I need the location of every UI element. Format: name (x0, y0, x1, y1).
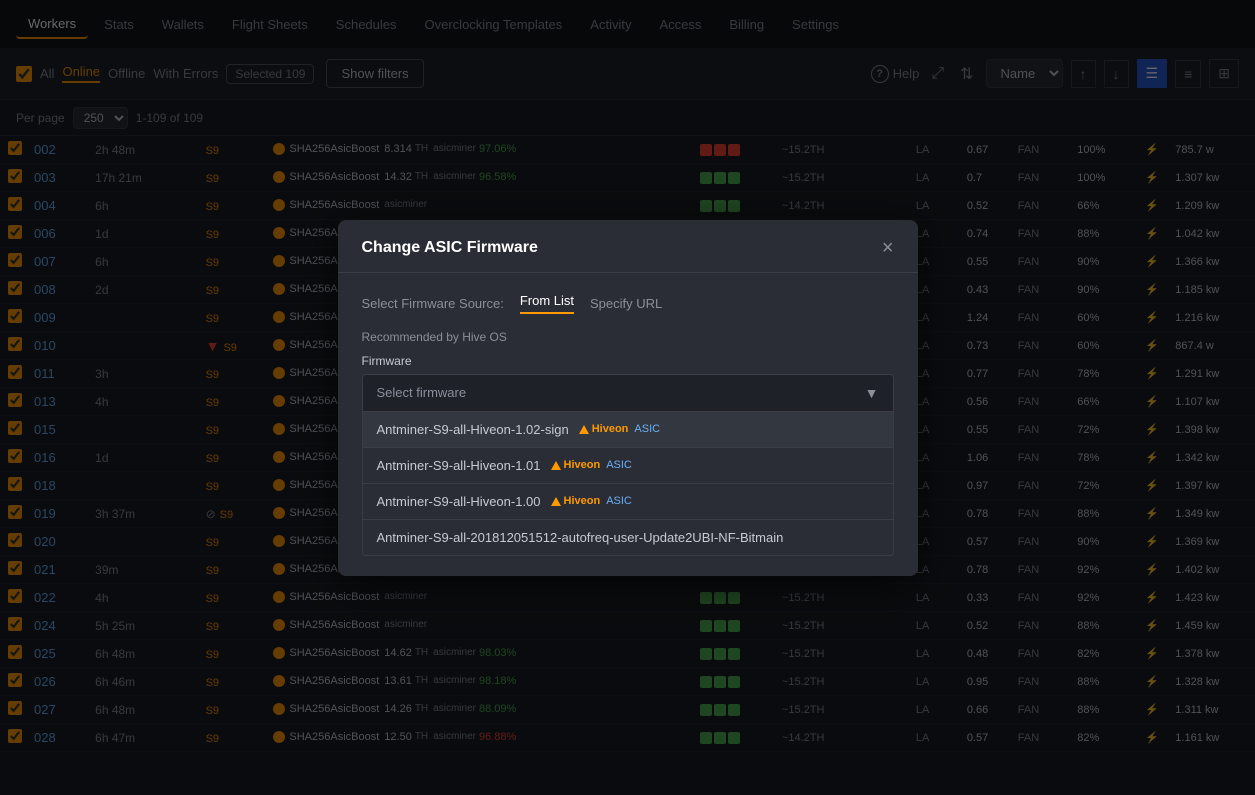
hiveon-icon-1 (551, 461, 561, 470)
hiveon-icon-0 (579, 425, 589, 434)
hiveon-badge-1: Hiveon (551, 459, 601, 471)
specify-url-tab[interactable]: Specify URL (590, 296, 662, 311)
firmware-option-1[interactable]: Antminer-S9-all-Hiveon-1.01 Hiveon ASIC (363, 447, 893, 483)
firmware-select-box[interactable]: Select firmware ▼ (362, 374, 894, 412)
recommended-label: Recommended by Hive OS (362, 330, 894, 344)
firmware-option-2[interactable]: Antminer-S9-all-Hiveon-1.00 Hiveon ASIC (363, 483, 893, 519)
hiveon-icon-2 (551, 497, 561, 506)
hiveon-badge-0: Hiveon (579, 423, 629, 435)
firmware-option-3-label: Antminer-S9-all-201812051512-autofreq-us… (377, 530, 784, 545)
firmware-select-wrapper: Select firmware ▼ Antminer-S9-all-Hiveon… (362, 374, 894, 556)
modal-body: Select Firmware Source: From List Specif… (338, 273, 918, 576)
asic-text-1: ASIC (606, 459, 632, 471)
hiveon-badge-2: Hiveon (551, 495, 601, 507)
firmware-option-3[interactable]: Antminer-S9-all-201812051512-autofreq-us… (363, 519, 893, 555)
firmware-placeholder: Select firmware (377, 385, 467, 400)
firmware-option-2-label: Antminer-S9-all-Hiveon-1.00 (377, 494, 541, 509)
firmware-option-1-label: Antminer-S9-all-Hiveon-1.01 (377, 458, 541, 473)
source-label: Select Firmware Source: (362, 296, 504, 311)
chevron-down-icon: ▼ (865, 385, 879, 401)
hiveon-text-2: Hiveon (564, 495, 601, 507)
source-row: Select Firmware Source: From List Specif… (362, 293, 894, 314)
asic-text-0: ASIC (634, 423, 660, 435)
from-list-tab[interactable]: From List (520, 293, 574, 314)
modal-header: Change ASIC Firmware × (338, 220, 918, 273)
modal: Change ASIC Firmware × Select Firmware S… (338, 220, 918, 576)
firmware-option-0[interactable]: Antminer-S9-all-Hiveon-1.02-sign Hiveon … (363, 412, 893, 447)
firmware-dropdown: Antminer-S9-all-Hiveon-1.02-sign Hiveon … (362, 412, 894, 556)
firmware-label: Firmware (362, 354, 894, 368)
hiveon-text-1: Hiveon (564, 459, 601, 471)
modal-close-button[interactable]: × (882, 238, 894, 258)
hiveon-text-0: Hiveon (592, 423, 629, 435)
firmware-option-0-label: Antminer-S9-all-Hiveon-1.02-sign (377, 422, 569, 437)
asic-text-2: ASIC (606, 495, 632, 507)
modal-overlay[interactable]: Change ASIC Firmware × Select Firmware S… (0, 0, 1255, 795)
modal-title: Change ASIC Firmware (362, 239, 538, 257)
